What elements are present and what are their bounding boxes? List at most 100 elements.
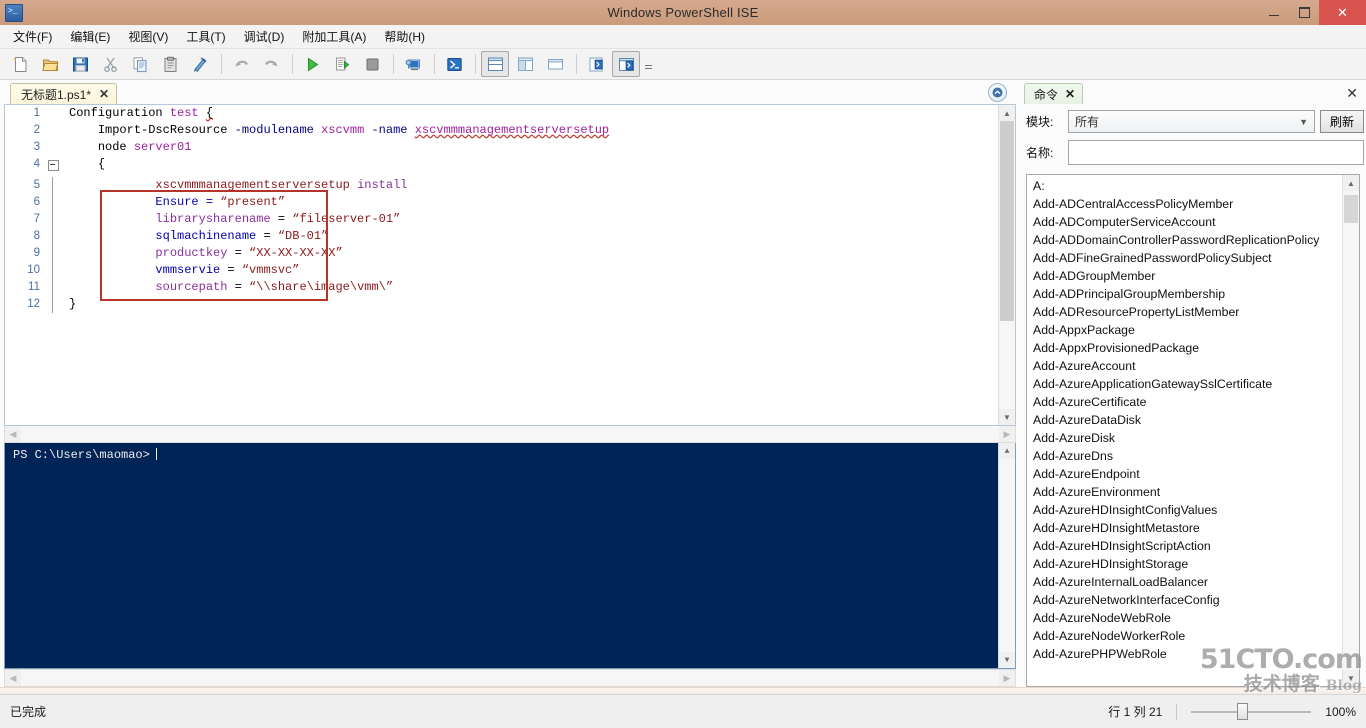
close-icon[interactable]: ✕	[1065, 87, 1075, 101]
toolbar-overflow-icon[interactable]	[645, 57, 652, 71]
scroll-left-icon[interactable]: ◀	[5, 673, 21, 684]
list-item[interactable]: Add-ADResourcePropertyListMember	[1033, 303, 1342, 321]
line-number: 7	[33, 213, 40, 225]
zoom-slider[interactable]	[1191, 703, 1312, 720]
list-item[interactable]: Add-AzureHDInsightMetastore	[1033, 519, 1342, 537]
menu-view[interactable]: 视图(V)	[119, 25, 177, 48]
console-vertical-scrollbar[interactable]: ▲ ▼	[998, 443, 1015, 668]
new-remote-session-icon[interactable]	[399, 51, 427, 77]
cut-icon[interactable]	[96, 51, 124, 77]
show-command-pane-icon[interactable]	[582, 51, 610, 77]
menu-debug[interactable]: 调试(D)	[235, 25, 294, 48]
scroll-down-icon[interactable]: ▼	[999, 409, 1015, 425]
list-item[interactable]: Add-AzureHDInsightScriptAction	[1033, 537, 1342, 555]
scroll-track[interactable]	[1343, 191, 1359, 670]
list-item[interactable]: Add-ADPrincipalGroupMembership	[1033, 285, 1342, 303]
list-item[interactable]: Add-AzureInternalLoadBalancer	[1033, 573, 1342, 591]
show-script-pane-top-icon[interactable]	[481, 51, 509, 77]
scroll-track-horizontal[interactable]	[21, 670, 999, 686]
fold-guide-line	[52, 262, 53, 279]
module-select[interactable]: 所有 ▼	[1068, 110, 1315, 133]
list-item[interactable]: Add-AzureHDInsightStorage	[1033, 555, 1342, 573]
new-script-icon[interactable]	[6, 51, 34, 77]
close-button[interactable]: ✕	[1319, 0, 1366, 25]
scroll-track-horizontal[interactable]	[21, 426, 999, 442]
editor-vertical-scrollbar[interactable]: ▲ ▼	[998, 105, 1015, 425]
fold-guide-line	[52, 296, 53, 313]
command-pane-close-icon[interactable]: ✕	[1346, 85, 1358, 102]
menu-help[interactable]: 帮助(H)	[375, 25, 434, 48]
list-item[interactable]: Add-AzureNetworkInterfaceConfig	[1033, 591, 1342, 609]
collapse-panel-icon[interactable]	[988, 83, 1007, 102]
list-item[interactable]: Add-AzureNodeWebRole	[1033, 609, 1342, 627]
show-script-pane-maximized-icon[interactable]	[541, 51, 569, 77]
copy-icon[interactable]	[126, 51, 154, 77]
list-item[interactable]: Add-ADCentralAccessPolicyMember	[1033, 195, 1342, 213]
console-horizontal-scrollbar[interactable]: ◀ ▶	[4, 669, 1016, 687]
scroll-up-icon[interactable]: ▲	[999, 105, 1015, 121]
scroll-up-icon[interactable]: ▲	[1343, 175, 1359, 191]
maximize-button[interactable]	[1289, 0, 1319, 25]
command-name-input[interactable]	[1068, 140, 1364, 165]
script-tab-untitled[interactable]: 无标题1.ps1* ✕	[10, 83, 118, 104]
menu-edit[interactable]: 编辑(E)	[61, 25, 119, 48]
list-item[interactable]: Add-ADDomainControllerPasswordReplicatio…	[1033, 231, 1342, 249]
editor-horizontal-scrollbar[interactable]: ◀ ▶	[4, 426, 1016, 443]
close-icon[interactable]: ✕	[99, 87, 109, 101]
menu-addons[interactable]: 附加工具(A)	[293, 25, 375, 48]
scroll-left-icon[interactable]: ◀	[5, 429, 21, 440]
open-script-icon[interactable]	[36, 51, 64, 77]
list-item[interactable]: Add-AzureNodeWorkerRole	[1033, 627, 1342, 645]
scroll-track[interactable]	[999, 121, 1015, 409]
clear-console-icon[interactable]	[186, 51, 214, 77]
undo-icon[interactable]	[227, 51, 255, 77]
scroll-thumb[interactable]	[1000, 121, 1014, 321]
show-command-addon-icon[interactable]	[612, 51, 640, 77]
tab-commands[interactable]: 命令 ✕	[1024, 83, 1084, 104]
list-item[interactable]: Add-AzureApplicationGatewaySslCertificat…	[1033, 375, 1342, 393]
list-item[interactable]: Add-AzureDataDisk	[1033, 411, 1342, 429]
minimize-button[interactable]	[1259, 0, 1289, 25]
scroll-right-icon[interactable]: ▶	[999, 429, 1015, 440]
scroll-thumb[interactable]	[1344, 195, 1358, 223]
chevron-down-icon: ▼	[1299, 116, 1308, 127]
list-item[interactable]: Add-AzureDns	[1033, 447, 1342, 465]
stop-operation-icon[interactable]	[358, 51, 386, 77]
zoom-thumb[interactable]	[1237, 703, 1249, 720]
list-item[interactable]: Add-ADGroupMember	[1033, 267, 1342, 285]
scroll-right-icon[interactable]: ▶	[999, 673, 1015, 684]
scroll-down-icon[interactable]: ▼	[999, 652, 1015, 668]
fold-gutter[interactable]	[47, 156, 63, 177]
scroll-track[interactable]	[999, 459, 1015, 652]
list-item[interactable]: Add-AppxProvisionedPackage	[1033, 339, 1342, 357]
list-item[interactable]: Add-AzureCertificate	[1033, 393, 1342, 411]
run-script-icon[interactable]	[298, 51, 326, 77]
list-item[interactable]: Add-AzurePHPWebRole	[1033, 645, 1342, 663]
list-item[interactable]: Add-AzureDisk	[1033, 429, 1342, 447]
save-icon[interactable]	[66, 51, 94, 77]
console-pane[interactable]: PS C:\Users\maomao> ▲ ▼	[4, 443, 1016, 669]
list-item[interactable]: Add-AzureAccount	[1033, 357, 1342, 375]
list-item[interactable]: Add-ADComputerServiceAccount	[1033, 213, 1342, 231]
redo-icon[interactable]	[257, 51, 285, 77]
list-item[interactable]: Add-AzureHDInsightConfigValues	[1033, 501, 1342, 519]
scroll-down-icon[interactable]: ▼	[1343, 670, 1359, 686]
refresh-button[interactable]: 刷新	[1320, 110, 1364, 133]
command-list-scrollbar[interactable]: ▲ ▼	[1342, 175, 1359, 686]
scroll-up-icon[interactable]: ▲	[999, 443, 1015, 459]
start-powershell-icon[interactable]	[440, 51, 468, 77]
script-editor[interactable]: 1 Configuration test {2 Import-DscResourc…	[4, 104, 1016, 426]
list-item[interactable]: Add-AzureEnvironment	[1033, 483, 1342, 501]
command-list-items[interactable]: A: Add-ADCentralAccessPolicyMember Add-ADC…	[1027, 175, 1342, 686]
menu-tools[interactable]: 工具(T)	[177, 25, 234, 48]
paste-icon[interactable]	[156, 51, 184, 77]
command-list[interactable]: A: Add-ADCentralAccessPolicyMember Add-ADC…	[1026, 174, 1360, 687]
menu-file[interactable]: 文件(F)	[4, 25, 61, 48]
run-selection-icon[interactable]	[328, 51, 356, 77]
list-item[interactable]: Add-ADFineGrainedPasswordPolicySubject	[1033, 249, 1342, 267]
list-item[interactable]: Add-AppxPackage	[1033, 321, 1342, 339]
editor-text-area[interactable]: 1 Configuration test {2 Import-DscResourc…	[5, 105, 998, 425]
list-item[interactable]: Add-AzureEndpoint	[1033, 465, 1342, 483]
show-script-pane-right-icon[interactable]	[511, 51, 539, 77]
fold-collapse-icon[interactable]	[48, 160, 59, 171]
